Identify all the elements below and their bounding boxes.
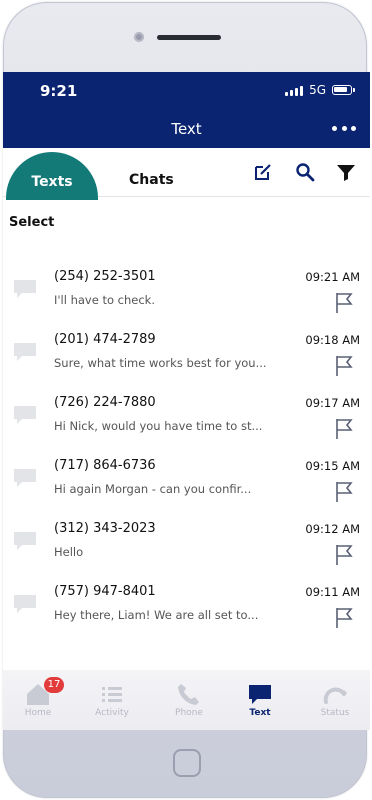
conversation-preview: Hi again Morgan - can you confir... — [54, 482, 252, 496]
flag-icon[interactable] — [334, 544, 354, 566]
app-header: 9:21 5G Text — [3, 72, 370, 148]
select-button[interactable]: Select — [9, 215, 54, 230]
conversation-item[interactable]: (757) 947-8401 Hey there, Liam! We are a… — [3, 573, 370, 636]
phone-handset-icon — [178, 684, 199, 705]
tab-chats[interactable]: Chats — [129, 172, 174, 188]
nav-phone-label: Phone — [175, 708, 203, 718]
conversation-item[interactable]: (726) 224-7880 Hi Nick, would you have t… — [3, 384, 370, 447]
nav-text[interactable]: Text — [225, 670, 295, 730]
chat-bubble-icon — [14, 469, 36, 487]
nav-activity[interactable]: Activity — [77, 670, 147, 730]
conversation-time: 09:18 AM — [305, 333, 360, 347]
conversation-list: (254) 252-3501 I'll have to check. 09:21… — [3, 258, 370, 636]
conversation-item[interactable]: (312) 343-2023 Hello 09:12 AM — [3, 510, 370, 573]
flag-icon[interactable] — [334, 481, 354, 503]
flag-icon[interactable] — [334, 418, 354, 440]
flag-icon[interactable] — [334, 607, 354, 629]
conversation-preview: Sure, what time works best for you... — [54, 356, 267, 370]
nav-text-label: Text — [249, 708, 271, 718]
nav-status[interactable]: Status — [300, 670, 370, 730]
nav-phone[interactable]: Phone — [154, 670, 224, 730]
conversation-number: (717) 864-6736 — [54, 458, 156, 473]
notification-badge: 17 — [44, 677, 64, 693]
status-indicators: 5G — [285, 83, 355, 97]
compose-icon[interactable] — [253, 162, 273, 182]
conversation-time: 09:15 AM — [305, 459, 360, 473]
conversation-number: (726) 224-7880 — [54, 395, 156, 410]
signal-icon — [285, 85, 304, 96]
front-camera — [134, 32, 144, 42]
conversation-number: (757) 947-8401 — [54, 584, 156, 599]
nav-activity-label: Activity — [95, 708, 129, 718]
chat-bubble-icon — [14, 595, 36, 613]
battery-icon — [332, 85, 355, 95]
conversation-number: (312) 343-2023 — [54, 521, 156, 536]
conversation-time: 09:17 AM — [305, 396, 360, 410]
nav-home[interactable]: 17 Home — [3, 670, 73, 730]
status-gauge-icon — [323, 687, 347, 704]
status-time: 9:21 — [40, 82, 78, 100]
tab-texts[interactable]: Texts — [6, 152, 98, 200]
filter-icon[interactable] — [336, 162, 356, 182]
conversation-number: (201) 474-2789 — [54, 332, 156, 347]
hardware-home-button[interactable] — [173, 749, 201, 777]
tab-bar: Texts Chats — [3, 148, 370, 200]
page-title: Text — [171, 120, 202, 138]
conversation-time: 09:12 AM — [305, 522, 360, 536]
conversation-preview: Hey there, Liam! We are all set to... — [54, 608, 259, 622]
earpiece-speaker — [157, 35, 221, 40]
nav-home-label: Home — [24, 708, 52, 718]
chat-bubble-icon — [14, 343, 36, 361]
conversation-item[interactable]: (254) 252-3501 I'll have to check. 09:21… — [3, 258, 370, 321]
flag-icon[interactable] — [334, 292, 354, 314]
chat-bubble-icon — [14, 280, 36, 298]
flag-icon[interactable] — [334, 355, 354, 377]
bottom-navigation: 17 Home Activity Phone Text Status — [3, 670, 370, 730]
conversation-number: (254) 252-3501 — [54, 269, 156, 284]
chat-bubble-icon — [14, 532, 36, 550]
conversation-time: 09:11 AM — [305, 585, 360, 599]
nav-status-label: Status — [320, 708, 350, 718]
app-screen: 9:21 5G Text Texts Chats Select (254) 25… — [3, 72, 370, 730]
conversation-item[interactable]: (201) 474-2789 Sure, what time works bes… — [3, 321, 370, 384]
conversation-preview: Hello — [54, 545, 84, 559]
chat-bubble-icon — [14, 406, 36, 424]
more-dots-icon[interactable] — [332, 119, 356, 137]
conversation-preview: Hi Nick, would you have time to st... — [54, 419, 263, 433]
text-bubble-icon — [249, 685, 271, 704]
conversation-time: 09:21 AM — [305, 270, 360, 284]
network-label: 5G — [309, 83, 326, 97]
conversation-preview: I'll have to check. — [54, 293, 155, 307]
search-icon[interactable] — [295, 162, 315, 182]
list-icon — [102, 687, 122, 702]
conversation-item[interactable]: (717) 864-6736 Hi again Morgan - can you… — [3, 447, 370, 510]
